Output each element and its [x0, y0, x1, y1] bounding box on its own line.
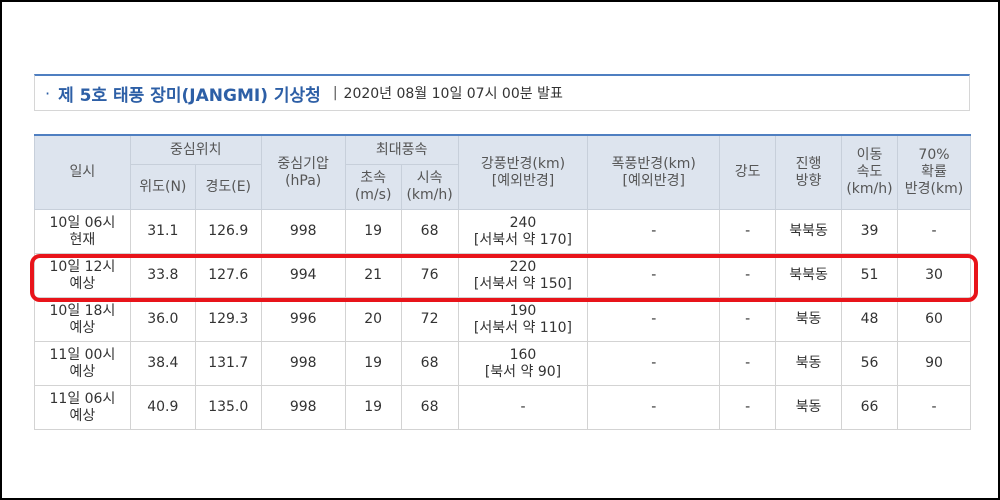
cell-latitude: 38.4	[129, 341, 196, 386]
cell-pressure: 994	[260, 253, 346, 298]
cell-wind-kmh: 68	[400, 385, 459, 430]
cell-pressure: 998	[260, 385, 346, 430]
cell-intensity: -	[719, 341, 777, 386]
table-row: 11일 06시 예상 40.9 135.0 998 19 68- - - 북동 66-	[34, 385, 972, 430]
cell-pressure: 998	[260, 341, 346, 386]
cell-longitude: 126.9	[194, 209, 262, 254]
cell-probability-radius: 30	[896, 253, 972, 298]
cell-strong-wind-radius: -	[457, 385, 589, 430]
header-latitude: 위도(N)	[129, 164, 196, 210]
cell-storm-radius: -	[587, 209, 721, 254]
page-title: 제 5호 태풍 장미(JANGMI) 기상청	[58, 85, 321, 106]
cell-speed: 39	[841, 209, 898, 254]
cell-probability-radius: -	[896, 209, 972, 254]
screenshot-frame: · 제 5호 태풍 장미(JANGMI) 기상청 | 2020년 08월 10일…	[0, 0, 1000, 500]
header-pressure: 중심기압 (hPa)	[260, 134, 346, 210]
title-separator: |	[332, 85, 338, 101]
cell-speed: 48	[841, 297, 898, 342]
cell-intensity: -	[719, 385, 777, 430]
cell-storm-radius: -	[587, 341, 721, 386]
cell-intensity: -	[719, 209, 777, 254]
cell-datetime: 10일 18시 예상	[34, 297, 131, 342]
cell-latitude: 33.8	[129, 253, 196, 298]
cell-latitude: 40.9	[129, 385, 196, 430]
table-row: 10일 12시 예상 33.8 127.6 994 21 76 220 [서북서 약 150] -…	[34, 253, 972, 298]
header-intensity: 강도	[719, 134, 777, 210]
cell-pressure: 998	[260, 209, 346, 254]
cell-speed: 56	[841, 341, 898, 386]
cell-wind-kmh: 68	[400, 209, 459, 254]
cell-datetime: 11일 06시 예상	[34, 385, 131, 430]
cell-datetime: 10일 12시 예상	[34, 253, 131, 298]
cell-speed: 66	[841, 385, 898, 430]
header-speed: 이동 속도 (km/h)	[841, 134, 898, 210]
table-row: 11일 00시 예상 38.4 131.7 998 19 68 160 [북서 약 90] - - 북…	[34, 341, 972, 386]
cell-longitude: 131.7	[194, 341, 262, 386]
cell-longitude: 135.0	[194, 385, 262, 430]
cell-longitude: 129.3	[194, 297, 262, 342]
header-center-position: 중심위치	[129, 134, 262, 165]
cell-storm-radius: -	[587, 253, 721, 298]
header-probability-radius: 70% 확률 반경(km)	[896, 134, 972, 210]
header-max-wind: 최대풍속	[344, 134, 459, 165]
header-longitude: 경도(E)	[194, 164, 262, 210]
cell-strong-wind-radius: 160 [북서 약 90]	[457, 341, 589, 386]
table-row: 10일 06시 현재 31.1 126.9 998 19 68 240 [서북서 약 170] -…	[34, 209, 972, 254]
cell-direction: 북북동	[775, 253, 842, 298]
cell-wind-ms: 19	[344, 341, 402, 386]
cell-strong-wind-radius: 220 [서북서 약 150]	[457, 253, 589, 298]
cell-wind-ms: 19	[344, 385, 402, 430]
typhoon-forecast-table: 일시 중심위치 중심기압 (hPa) 최대풍속 강풍반경(km) [예외반경] …	[34, 134, 972, 430]
cell-wind-kmh: 68	[400, 341, 459, 386]
cell-wind-ms: 21	[344, 253, 402, 298]
cell-intensity: -	[719, 253, 777, 298]
cell-probability-radius: 90	[896, 341, 972, 386]
cell-wind-kmh: 72	[400, 297, 459, 342]
cell-datetime: 11일 00시 예상	[34, 341, 131, 386]
cell-probability-radius: -	[896, 385, 972, 430]
cell-intensity: -	[719, 297, 777, 342]
cell-strong-wind-radius: 190 [서북서 약 110]	[457, 297, 589, 342]
table-row: 10일 18시 예상 36.0 129.3 996 20 72 190 [서북서 약 110] -…	[34, 297, 972, 342]
bullet-icon: ·	[45, 83, 51, 103]
cell-wind-ms: 19	[344, 209, 402, 254]
header-storm-radius: 폭풍반경(km) [예외반경]	[587, 134, 721, 210]
cell-direction: 북북동	[775, 209, 842, 254]
cell-direction: 북동	[775, 341, 842, 386]
cell-wind-kmh: 76	[400, 253, 459, 298]
cell-storm-radius: -	[587, 385, 721, 430]
header-datetime: 일시	[34, 134, 131, 210]
announcement-time: 2020년 08월 10일 07시 00분 발표	[343, 86, 563, 102]
header-strong-wind-radius: 강풍반경(km) [예외반경]	[457, 134, 589, 210]
header-wind-ms: 초속 (m/s)	[344, 164, 402, 210]
cell-speed: 51	[841, 253, 898, 298]
cell-storm-radius: -	[587, 297, 721, 342]
cell-strong-wind-radius: 240 [서북서 약 170]	[457, 209, 589, 254]
cell-direction: 북동	[775, 385, 842, 430]
cell-pressure: 996	[260, 297, 346, 342]
cell-longitude: 127.6	[194, 253, 262, 298]
cell-latitude: 31.1	[129, 209, 196, 254]
typhoon-title-bar: · 제 5호 태풍 장미(JANGMI) 기상청 | 2020년 08월 10일…	[34, 74, 970, 111]
cell-datetime: 10일 06시 현재	[34, 209, 131, 254]
header-wind-kmh: 시속 (km/h)	[400, 164, 459, 210]
cell-direction: 북동	[775, 297, 842, 342]
cell-probability-radius: 60	[896, 297, 972, 342]
cell-latitude: 36.0	[129, 297, 196, 342]
header-direction: 진행 방향	[775, 134, 842, 210]
cell-wind-ms: 20	[344, 297, 402, 342]
